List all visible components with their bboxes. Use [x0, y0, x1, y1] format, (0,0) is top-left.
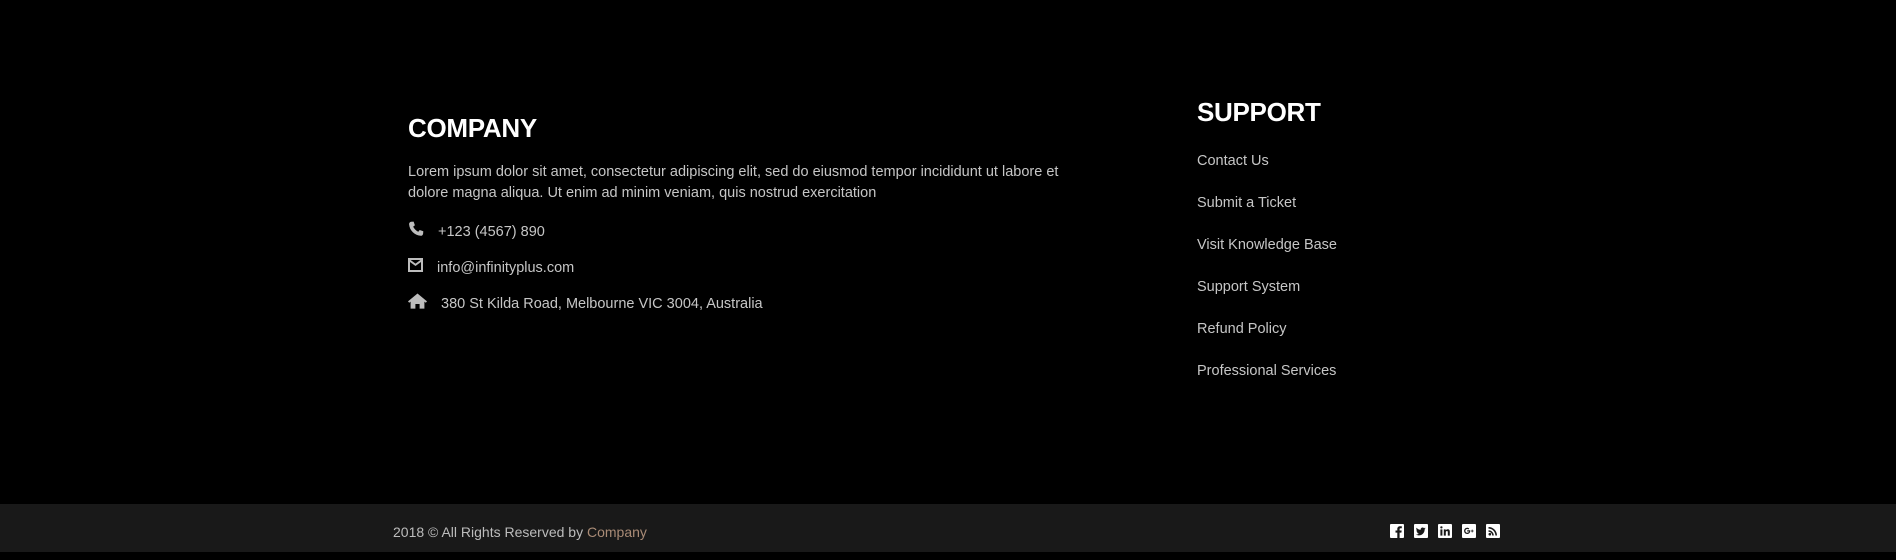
footer-main: COMPANY Lorem ipsum dolor sit amet, cons… — [0, 0, 1896, 504]
contact-email: info@infinityplus.com — [408, 250, 1108, 286]
linkedin-icon[interactable] — [1438, 524, 1452, 538]
contact-phone-text: +123 (4567) 890 — [438, 224, 545, 240]
company-heading: COMPANY — [408, 113, 537, 143]
support-link-knowledge-base[interactable]: Visit Knowledge Base — [1197, 224, 1457, 266]
company-column: COMPANY Lorem ipsum dolor sit amet, cons… — [408, 112, 1108, 322]
support-heading: SUPPORT — [1197, 97, 1321, 127]
contact-address: 380 St Kilda Road, Melbourne VIC 3004, A… — [408, 286, 1108, 322]
company-description: Lorem ipsum dolor sit amet, consectetur … — [408, 164, 1059, 201]
footer-bottom-bar: 2018 © All Rights Reserved by Company — [0, 504, 1896, 552]
support-link-refund-policy[interactable]: Refund Policy — [1197, 308, 1457, 350]
contact-address-text: 380 St Kilda Road, Melbourne VIC 3004, A… — [441, 296, 763, 312]
contact-email-text: info@infinityplus.com — [437, 260, 575, 276]
facebook-icon[interactable] — [1390, 524, 1404, 538]
envelope-icon — [408, 255, 437, 275]
social-links — [1390, 524, 1500, 538]
rss-icon[interactable] — [1486, 524, 1500, 538]
support-link-support-system[interactable]: Support System — [1197, 266, 1457, 308]
twitter-icon[interactable] — [1414, 524, 1428, 538]
phone-icon — [408, 219, 438, 239]
support-link-submit-ticket[interactable]: Submit a Ticket — [1197, 182, 1457, 224]
support-links: Contact Us Submit a Ticket Visit Knowled… — [1197, 140, 1457, 392]
google-plus-icon[interactable] — [1462, 524, 1476, 538]
support-column: SUPPORT Contact Us Submit a Ticket Visit… — [1197, 96, 1457, 392]
contact-phone: +123 (4567) 890 — [408, 214, 1108, 250]
support-link-professional-services[interactable]: Professional Services — [1197, 350, 1457, 392]
home-icon — [408, 291, 441, 311]
contact-list: +123 (4567) 890 info@infinityplus.com 38… — [408, 214, 1108, 322]
company-brand-link[interactable]: Company — [587, 524, 647, 540]
support-link-contact-us[interactable]: Contact Us — [1197, 140, 1457, 182]
copyright-prefix: 2018 © All Rights Reserved by — [393, 524, 584, 540]
